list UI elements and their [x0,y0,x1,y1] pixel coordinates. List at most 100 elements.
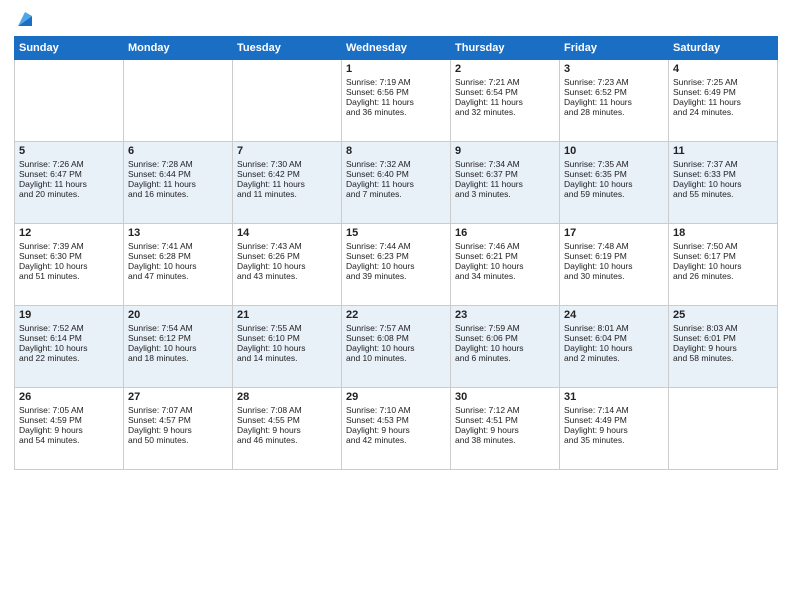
calendar-cell: 5Sunrise: 7:26 AMSunset: 6:47 PMDaylight… [15,142,124,224]
day-number: 12 [19,227,119,239]
calendar-cell: 28Sunrise: 7:08 AMSunset: 4:55 PMDayligh… [233,388,342,470]
day-info: Sunset: 6:28 PM [128,251,228,261]
day-info: Sunrise: 7:41 AM [128,241,228,251]
day-info: and 16 minutes. [128,189,228,199]
calendar-cell: 19Sunrise: 7:52 AMSunset: 6:14 PMDayligh… [15,306,124,388]
day-info: and 30 minutes. [564,271,664,281]
day-info: and 26 minutes. [673,271,773,281]
day-info: Daylight: 10 hours [128,261,228,271]
day-number: 24 [564,309,664,321]
day-info: Daylight: 10 hours [564,343,664,353]
day-info: Sunrise: 7:25 AM [673,77,773,87]
day-info: Sunrise: 8:01 AM [564,323,664,333]
day-info: Sunset: 6:54 PM [455,87,555,97]
day-info: Sunset: 6:08 PM [346,333,446,343]
day-info: Sunset: 6:47 PM [19,169,119,179]
day-info: Daylight: 11 hours [128,179,228,189]
day-info: Sunset: 6:49 PM [673,87,773,97]
day-info: Sunrise: 7:30 AM [237,159,337,169]
day-info: and 51 minutes. [19,271,119,281]
calendar-cell: 3Sunrise: 7:23 AMSunset: 6:52 PMDaylight… [560,60,669,142]
calendar-cell: 22Sunrise: 7:57 AMSunset: 6:08 PMDayligh… [342,306,451,388]
day-info: and 11 minutes. [237,189,337,199]
day-info: and 42 minutes. [346,435,446,445]
day-info: Daylight: 10 hours [673,179,773,189]
day-info: Sunrise: 7:59 AM [455,323,555,333]
day-info: and 28 minutes. [564,107,664,117]
day-info: Sunset: 6:33 PM [673,169,773,179]
day-info: Sunrise: 7:57 AM [346,323,446,333]
header-cell-friday: Friday [560,37,669,60]
day-number: 5 [19,145,119,157]
day-number: 2 [455,63,555,75]
day-info: Sunrise: 7:43 AM [237,241,337,251]
calendar-cell: 18Sunrise: 7:50 AMSunset: 6:17 PMDayligh… [669,224,778,306]
day-info: Sunset: 6:26 PM [237,251,337,261]
calendar-cell [15,60,124,142]
day-info: Sunrise: 7:46 AM [455,241,555,251]
day-info: and 35 minutes. [564,435,664,445]
day-info: Sunrise: 7:28 AM [128,159,228,169]
day-info: Sunset: 6:21 PM [455,251,555,261]
day-number: 10 [564,145,664,157]
day-info: Sunrise: 7:52 AM [19,323,119,333]
calendar-cell: 13 Sunrise: 7:41 AMSunset: 6:28 PMDayligh… [124,224,233,306]
header-row: SundayMondayTuesdayWednesdayThursdayFrid… [15,37,778,60]
day-info: Daylight: 9 hours [237,425,337,435]
logo-icon [16,8,34,30]
day-info: Daylight: 9 hours [19,425,119,435]
day-info: Sunrise: 7:14 AM [564,405,664,415]
day-info: and 2 minutes. [564,353,664,363]
day-number: 9 [455,145,555,157]
day-info: Sunset: 6:30 PM [19,251,119,261]
day-info: and 47 minutes. [128,271,228,281]
header-cell-sunday: Sunday [15,37,124,60]
week-row-2: 5Sunrise: 7:26 AMSunset: 6:47 PMDaylight… [15,142,778,224]
day-number: 4 [673,63,773,75]
calendar-cell: 21Sunrise: 7:55 AMSunset: 6:10 PMDayligh… [233,306,342,388]
day-info: Sunset: 6:44 PM [128,169,228,179]
day-info: and 10 minutes. [346,353,446,363]
week-row-5: 26Sunrise: 7:05 AMSunset: 4:59 PMDayligh… [15,388,778,470]
day-number: 13 [128,227,228,239]
day-info: Sunrise: 7:35 AM [564,159,664,169]
day-info: Sunset: 6:40 PM [346,169,446,179]
calendar-cell: 10Sunrise: 7:35 AMSunset: 6:35 PMDayligh… [560,142,669,224]
day-info: Sunset: 6:17 PM [673,251,773,261]
day-info: and 59 minutes. [564,189,664,199]
day-number: 28 [237,391,337,403]
day-number: 31 [564,391,664,403]
calendar-cell: 29Sunrise: 7:10 AMSunset: 4:53 PMDayligh… [342,388,451,470]
day-info: Sunset: 6:14 PM [19,333,119,343]
day-number: 15 [346,227,446,239]
calendar-cell: 26Sunrise: 7:05 AMSunset: 4:59 PMDayligh… [15,388,124,470]
calendar-cell: 20Sunrise: 7:54 AMSunset: 6:12 PMDayligh… [124,306,233,388]
day-info: Daylight: 11 hours [346,179,446,189]
day-number: 26 [19,391,119,403]
calendar-cell: 7Sunrise: 7:30 AMSunset: 6:42 PMDaylight… [233,142,342,224]
calendar-cell: 2Sunrise: 7:21 AMSunset: 6:54 PMDaylight… [451,60,560,142]
logo [14,10,34,30]
day-info: Sunrise: 7:55 AM [237,323,337,333]
day-info: Sunrise: 7:23 AM [564,77,664,87]
day-info: Daylight: 11 hours [564,97,664,107]
day-number: 29 [346,391,446,403]
day-info: Daylight: 10 hours [237,343,337,353]
calendar-cell: 6Sunrise: 7:28 AMSunset: 6:44 PMDaylight… [124,142,233,224]
day-info: Sunset: 6:35 PM [564,169,664,179]
day-info: and 58 minutes. [673,353,773,363]
header-cell-thursday: Thursday [451,37,560,60]
day-info: Sunset: 6:42 PM [237,169,337,179]
day-info: Sunset: 6:01 PM [673,333,773,343]
day-info: Daylight: 9 hours [455,425,555,435]
day-info: Sunrise: 7:05 AM [19,405,119,415]
day-number: 19 [19,309,119,321]
day-number: 7 [237,145,337,157]
day-info: and 22 minutes. [19,353,119,363]
calendar-cell: 9Sunrise: 7:34 AMSunset: 6:37 PMDaylight… [451,142,560,224]
day-info: Sunrise: 7:19 AM [346,77,446,87]
day-info: Daylight: 10 hours [455,261,555,271]
day-number: 18 [673,227,773,239]
day-info: and 54 minutes. [19,435,119,445]
day-number: 21 [237,309,337,321]
